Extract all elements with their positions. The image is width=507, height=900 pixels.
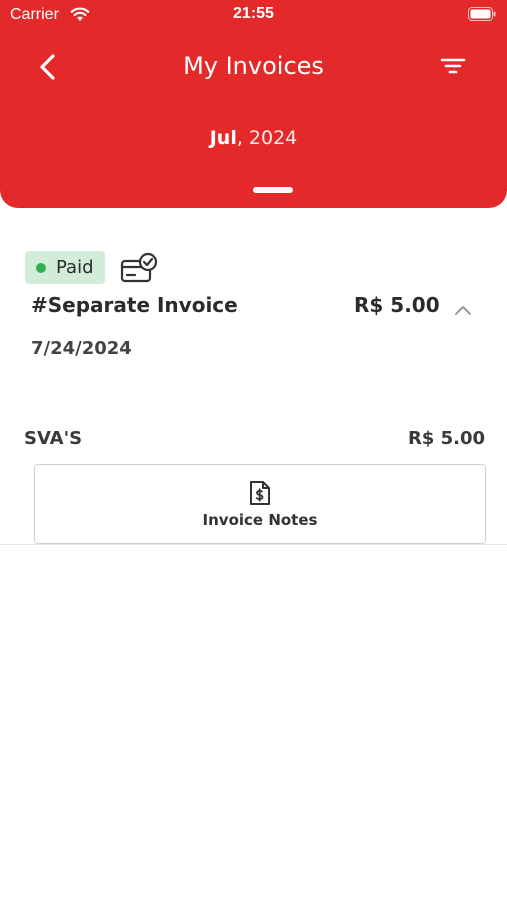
credit-card-check-icon xyxy=(120,252,158,283)
battery-icon xyxy=(468,7,496,21)
item-name: SVA'S xyxy=(24,428,83,449)
status-dot xyxy=(36,263,46,273)
page-title: My Invoices xyxy=(183,52,324,80)
item-amount: R$ 5.00 xyxy=(407,428,485,449)
drag-handle[interactable] xyxy=(253,187,293,193)
invoice-title: #Separate Invoice xyxy=(31,293,238,317)
status-badge: Paid xyxy=(25,251,105,284)
invoice-notes-label: Invoice Notes xyxy=(202,511,318,529)
collapse-button[interactable] xyxy=(452,302,474,318)
clock: 21:55 xyxy=(233,5,274,22)
filter-button[interactable] xyxy=(438,52,468,80)
header: Carrier 21:55 My Invoices Jul, 2024 xyxy=(0,0,507,208)
document-dollar-icon xyxy=(250,481,270,505)
filter-icon xyxy=(440,58,466,74)
invoice-date: 7/24/2024 xyxy=(31,338,132,359)
invoice-notes-button[interactable]: Invoice Notes xyxy=(34,464,486,544)
month-selector[interactable]: Jul, 2024 xyxy=(0,127,507,149)
month-separator: , xyxy=(236,127,243,149)
status-label: Paid xyxy=(56,257,94,278)
month-label: Jul xyxy=(209,127,237,149)
chevron-up-icon xyxy=(455,306,471,315)
invoice-amount: R$ 5.00 xyxy=(354,293,440,317)
year-label: 2024 xyxy=(248,127,298,149)
status-bar: Carrier 21:55 xyxy=(0,0,507,30)
divider xyxy=(0,544,507,545)
